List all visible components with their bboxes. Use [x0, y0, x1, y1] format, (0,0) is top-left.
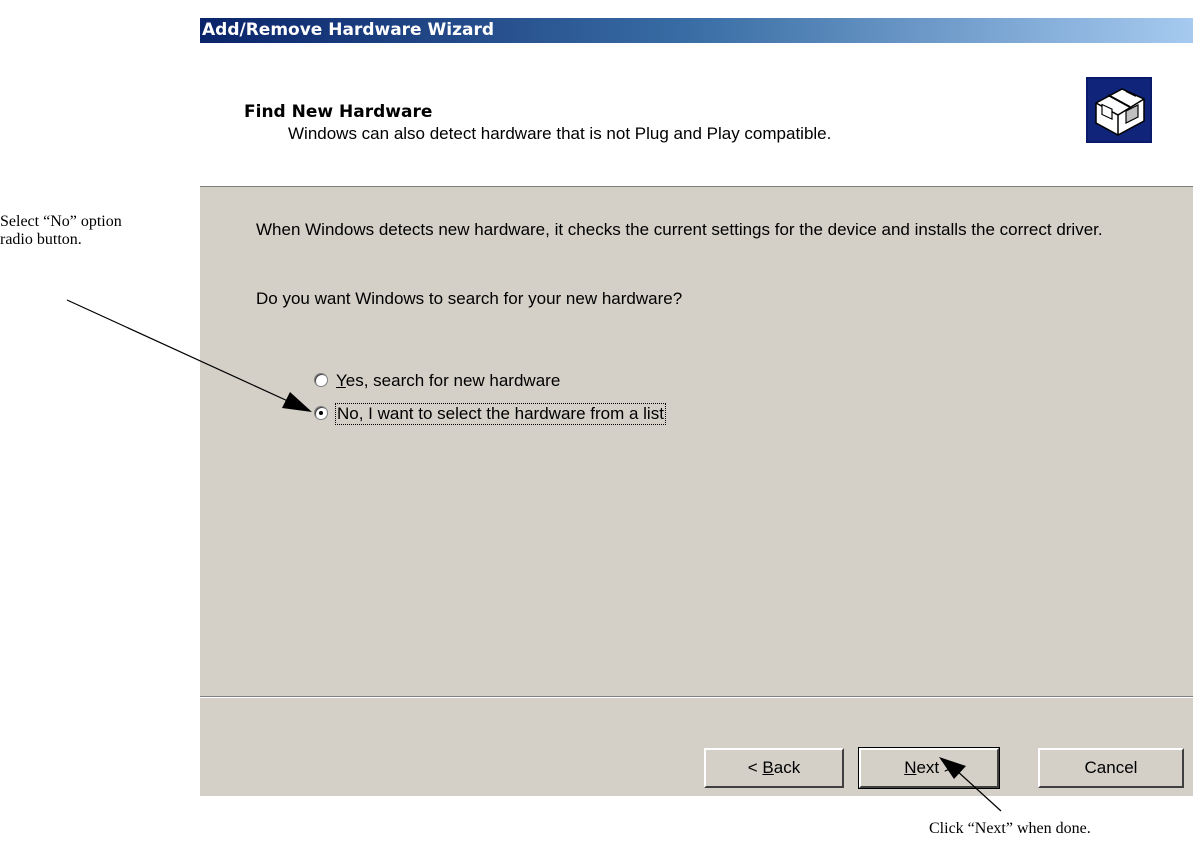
- description-text: When Windows detects new hardware, it ch…: [256, 220, 1103, 239]
- add-remove-hardware-wizard: Add/Remove Hardware Wizard Find New Hard…: [200, 18, 1193, 796]
- radio-label-yes[interactable]: Yes, search for new hardware: [336, 371, 560, 391]
- header-subtitle: Windows can also detect hardware that is…: [288, 124, 832, 143]
- radio-button-no[interactable]: [314, 406, 328, 420]
- next-label: ext >: [916, 758, 954, 777]
- back-label: ack: [773, 758, 801, 777]
- back-prefix: <: [747, 758, 763, 777]
- back-mnemonic: B: [762, 758, 774, 777]
- back-button[interactable]: < Back: [704, 748, 844, 788]
- callout-select-no: Select “No” option radio button.: [0, 213, 122, 248]
- radio-label-yes-text: es, search for new hardware: [345, 371, 561, 390]
- hardware-card-icon: [1086, 77, 1152, 143]
- callout-click-next: Click “Next” when done.: [929, 820, 1091, 837]
- radio-label-no[interactable]: No, I want to select the hardware from a…: [335, 403, 666, 425]
- mnemonic-y: Y: [336, 371, 346, 390]
- question-text: Do you want Windows to search for your n…: [256, 289, 683, 308]
- cancel-button[interactable]: Cancel: [1038, 748, 1184, 788]
- next-mnemonic: N: [904, 758, 917, 777]
- header-title: Find New Hardware: [244, 102, 433, 122]
- next-button[interactable]: Next >: [858, 747, 1000, 789]
- wizard-header: Find New Hardware Windows can also detec…: [200, 43, 1193, 187]
- radio-button-yes[interactable]: [314, 373, 328, 387]
- title-bar: Add/Remove Hardware Wizard: [200, 18, 1193, 43]
- footer-divider: [200, 696, 1193, 698]
- radio-selected-dot: [319, 411, 323, 415]
